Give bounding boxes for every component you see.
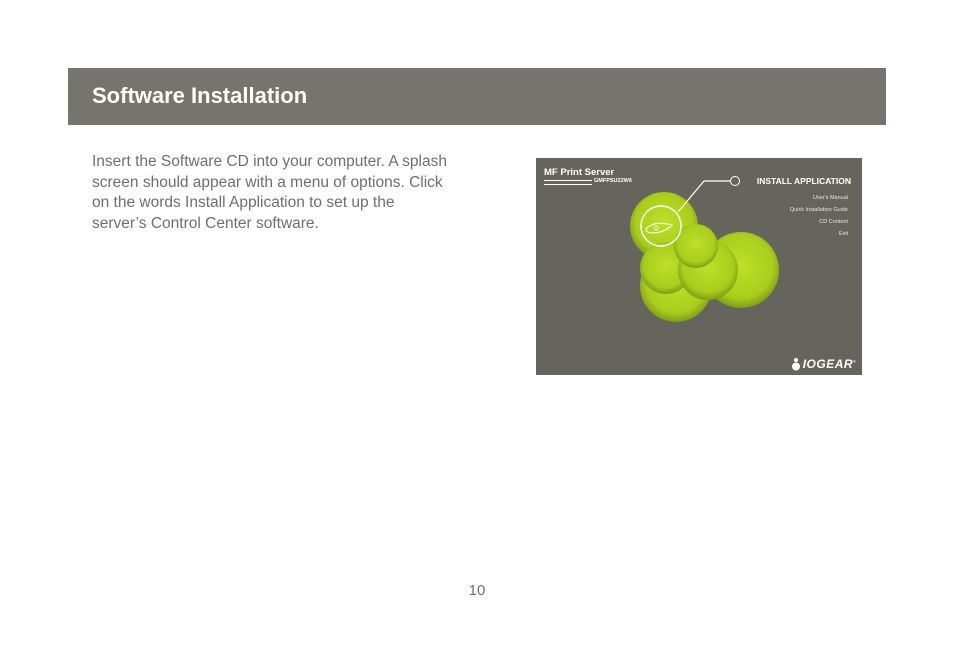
menu-item-quick-installation-guide[interactable]: Quick Installation Guide: [790, 204, 848, 216]
green-blob-graphic: [630, 180, 779, 322]
registered-mark: ®: [853, 359, 856, 364]
page-number: 10: [468, 582, 486, 599]
product-name: MF Print Server: [544, 167, 615, 178]
brand-logo: IOGEAR ®: [791, 357, 856, 371]
menu-item-exit[interactable]: Exit: [790, 228, 848, 240]
menu-item-cd-content[interactable]: CD Content: [790, 216, 848, 228]
splash-menu: User's Manual Quick Installation Guide C…: [790, 192, 848, 240]
menu-item-users-manual[interactable]: User's Manual: [790, 192, 848, 204]
iogear-logo-icon: [791, 358, 800, 371]
header-bar: Software Installation: [68, 68, 886, 125]
instructions-text: Insert the Software CD into your compute…: [92, 153, 447, 232]
brand-name: IOGEAR: [802, 357, 854, 371]
splash-screen: MF Print Server GMFPSU22W6 INSTALL APPLI…: [536, 158, 862, 375]
install-circle-icon: [730, 176, 740, 186]
page-title: Software Installation: [92, 83, 308, 108]
product-underline: [544, 180, 592, 185]
model-number: GMFPSU22W6: [594, 178, 632, 184]
install-application-link[interactable]: INSTALL APPLICATION: [757, 176, 851, 186]
